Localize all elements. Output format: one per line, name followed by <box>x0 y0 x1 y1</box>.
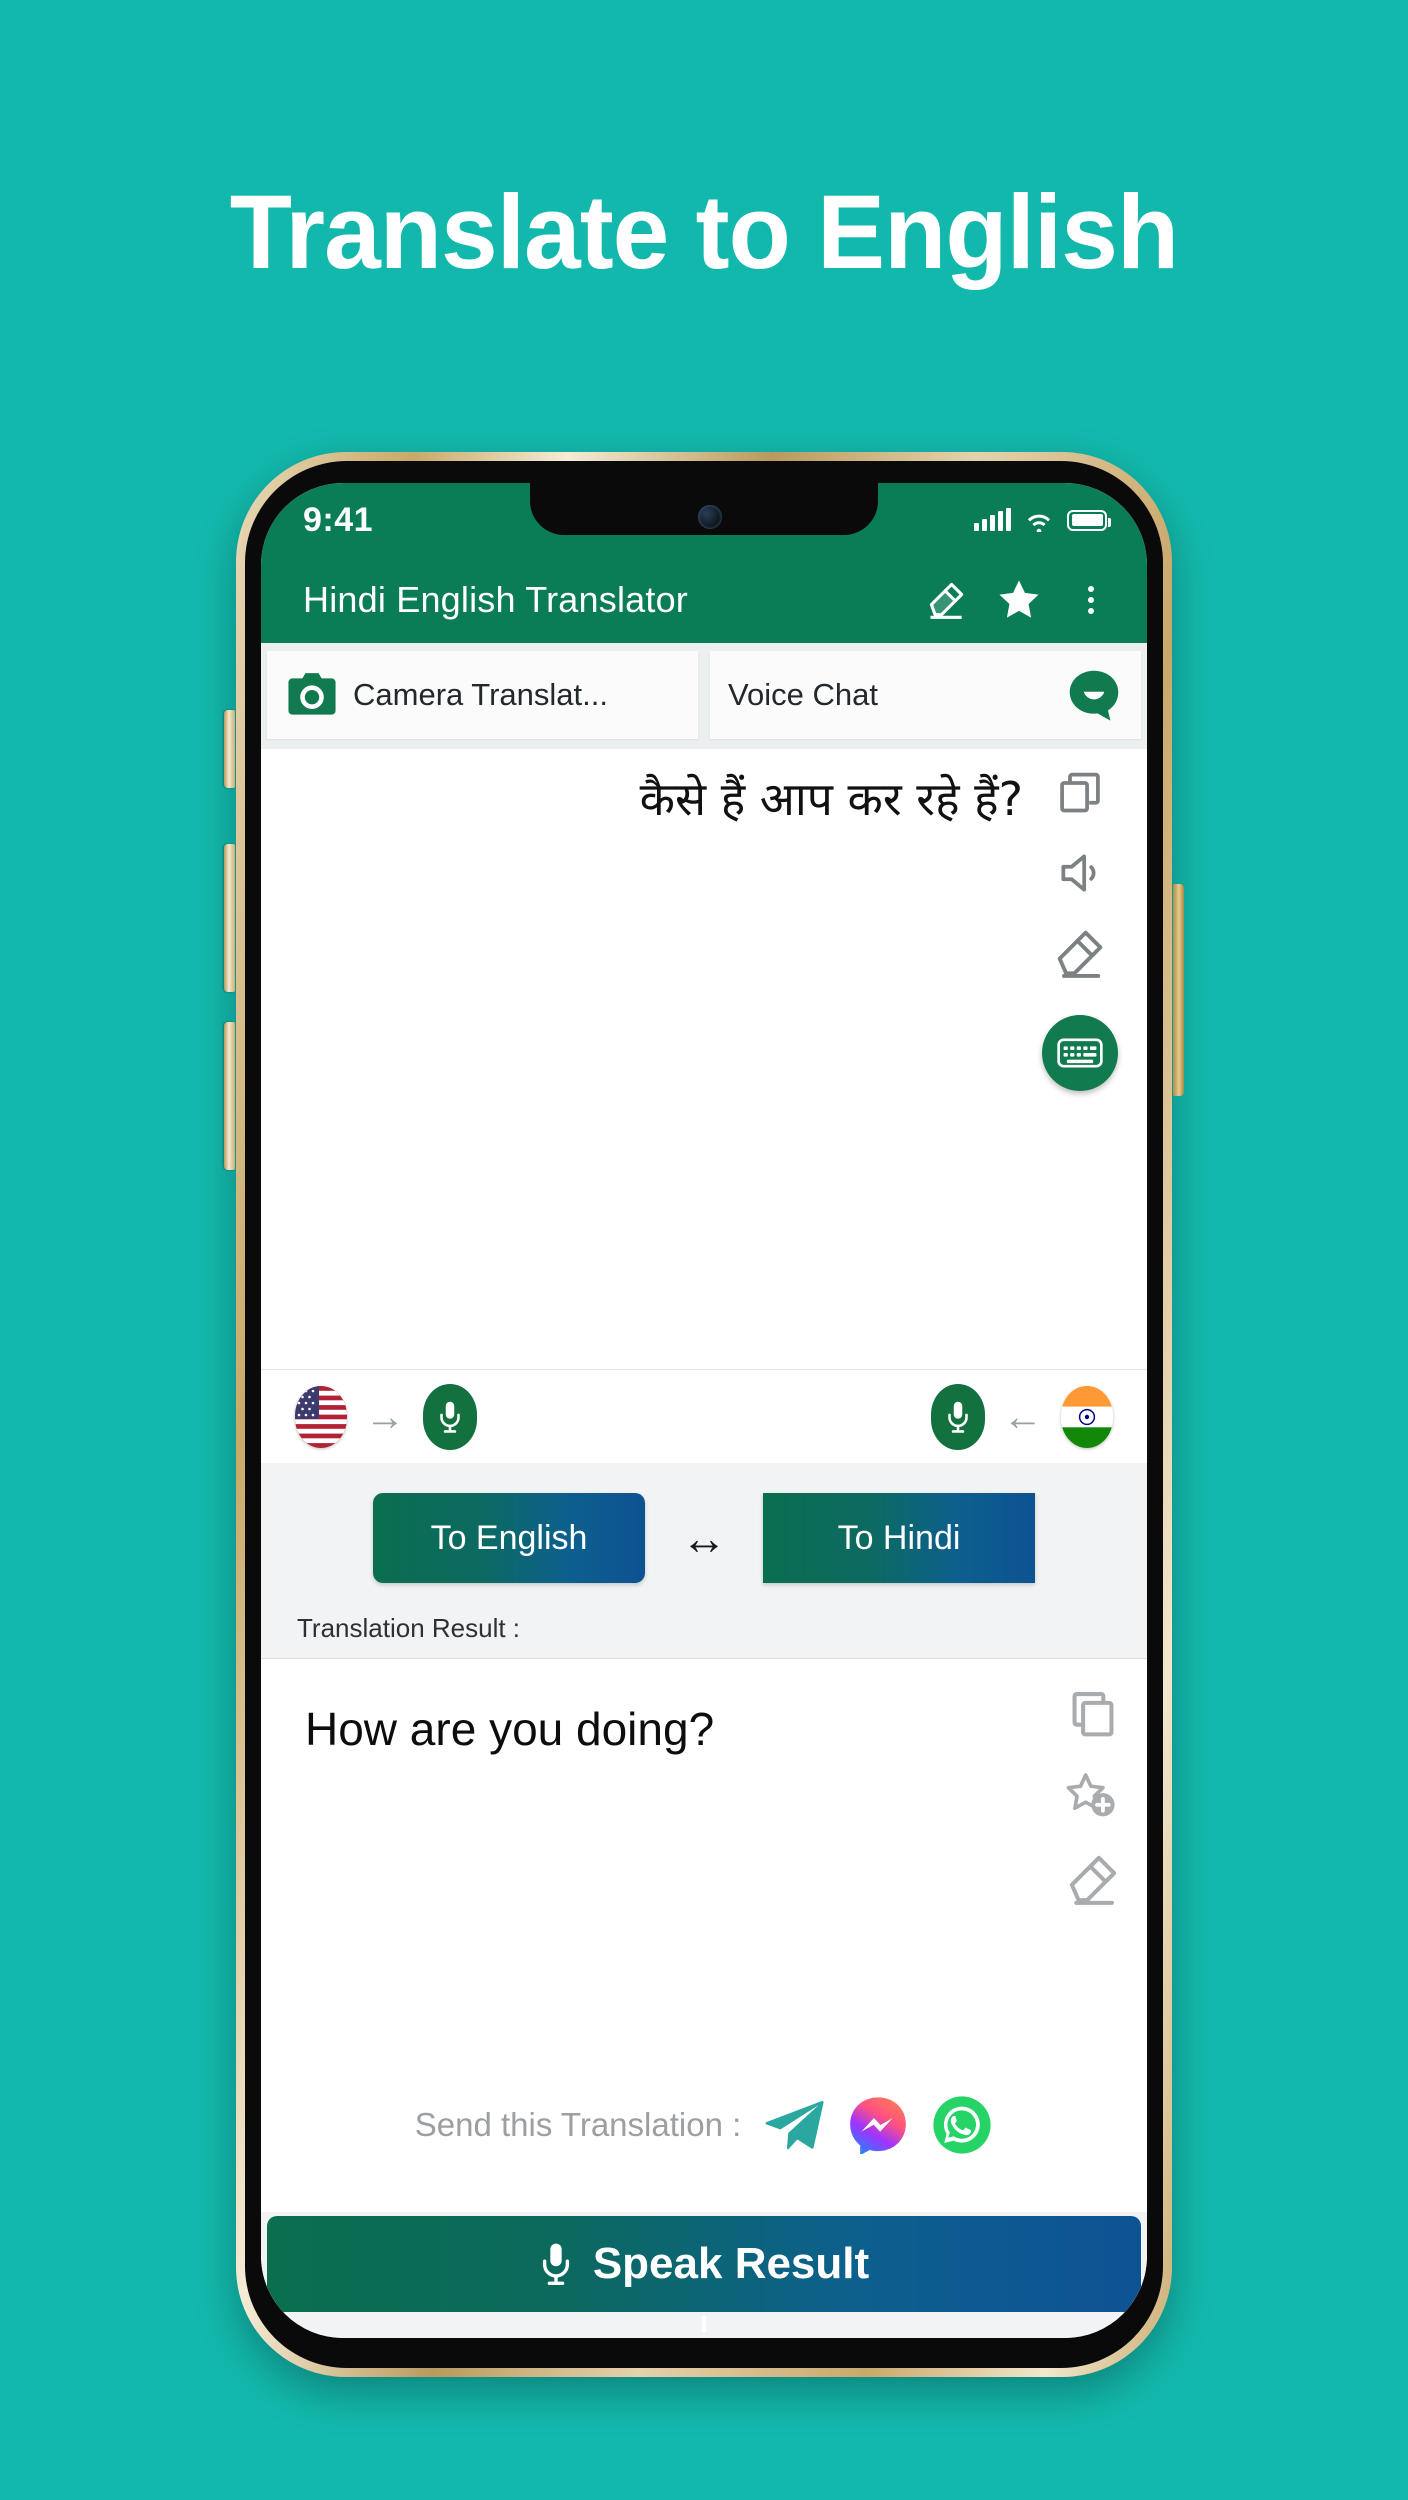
eraser-icon[interactable] <box>1052 925 1108 981</box>
swap-languages-icon[interactable]: ↔ <box>681 1515 727 1561</box>
overflow-menu-icon[interactable] <box>1065 586 1117 614</box>
app-bar: Hindi English Translator <box>261 557 1147 643</box>
india-flag-icon[interactable] <box>1061 1385 1113 1448</box>
target-language-group: ← <box>931 1383 1113 1450</box>
phone-power-button <box>1173 884 1184 1096</box>
phone-volume-up-button <box>224 844 235 992</box>
source-text-area[interactable]: कैसे हैं आप कर रहे हैं? <box>261 749 1147 1369</box>
microphone-icon[interactable] <box>931 1383 985 1450</box>
camera-icon <box>288 673 336 715</box>
translation-result-area: How are you doing? Send this Translation… <box>261 1658 1147 2212</box>
speaker-icon[interactable] <box>1052 845 1108 901</box>
microphone-icon[interactable] <box>423 1383 477 1450</box>
telegram-icon[interactable] <box>763 2094 825 2156</box>
page-title: Translate to English <box>229 174 1179 291</box>
speak-result-container: Speak Result <box>261 2212 1147 2312</box>
messenger-icon[interactable] <box>847 2094 909 2156</box>
send-translation-label: Send this Translation : <box>414 2106 742 2143</box>
source-text[interactable]: कैसे हैं आप कर रहे हैं? <box>301 771 1037 829</box>
status-bar: 9:41 <box>261 483 1147 557</box>
tab-camera-translate[interactable]: Camera Translat... <box>267 651 698 739</box>
tab-bar: Camera Translat... Voice Chat <box>261 643 1147 749</box>
chat-bubble-icon <box>1069 670 1119 721</box>
to-hindi-button[interactable]: To Hindi <box>763 1493 1035 1583</box>
eraser-icon[interactable] <box>1065 1851 1121 1907</box>
status-bar-indicators <box>974 508 1111 532</box>
keyboard-icon[interactable] <box>1042 1015 1118 1091</box>
battery-full-icon <box>1067 509 1111 531</box>
translation-result-label: Translation Result : <box>261 1613 1147 1658</box>
star-plus-icon[interactable] <box>1065 1769 1121 1825</box>
home-indicator <box>261 2312 1147 2338</box>
phone-mockup: 9:41 Hindi English Translator Camera Tra… <box>224 452 1184 2377</box>
to-english-button[interactable]: To English <box>373 1493 645 1583</box>
phone-bezel: 9:41 Hindi English Translator Camera Tra… <box>245 461 1163 2368</box>
send-translation-row: Send this Translation : <box>261 2094 1147 2156</box>
phone-screen: 9:41 Hindi English Translator Camera Tra… <box>261 483 1147 2338</box>
tab-camera-translate-label: Camera Translat... <box>353 677 608 712</box>
arrow-right-icon: → <box>365 1394 405 1439</box>
translate-button-row: To English ↔ To Hindi <box>261 1463 1147 1613</box>
eraser-icon[interactable] <box>921 578 973 622</box>
source-language-group: → <box>295 1383 477 1450</box>
front-camera-icon <box>698 505 722 529</box>
result-tool-column <box>1065 1687 1121 1907</box>
tab-voice-chat-label: Voice Chat <box>728 677 878 712</box>
star-icon[interactable] <box>993 577 1045 623</box>
phone-silent-switch <box>224 710 235 788</box>
wifi-icon <box>1027 514 1051 532</box>
signal-bars-icon <box>974 508 1011 531</box>
arrow-left-icon: ← <box>1003 1394 1043 1439</box>
language-selector-row: → ← <box>261 1369 1147 1463</box>
status-bar-clock: 9:41 <box>303 500 374 539</box>
app-title: Hindi English Translator <box>303 579 688 620</box>
translation-result-text[interactable]: How are you doing? <box>305 1701 1027 1759</box>
phone-volume-down-button <box>224 1022 235 1170</box>
source-tool-column <box>1037 765 1123 1091</box>
microphone-icon <box>542 2243 569 2285</box>
tab-voice-chat[interactable]: Voice Chat <box>710 651 1141 739</box>
phone-notch <box>530 483 878 535</box>
copy-icon[interactable] <box>1065 1687 1121 1743</box>
whatsapp-icon[interactable] <box>931 2094 993 2156</box>
speak-result-label: Speak Result <box>592 2239 870 2288</box>
copy-icon[interactable] <box>1052 765 1108 821</box>
us-flag-icon[interactable] <box>295 1385 347 1448</box>
speak-result-button[interactable]: Speak Result <box>267 2216 1141 2312</box>
